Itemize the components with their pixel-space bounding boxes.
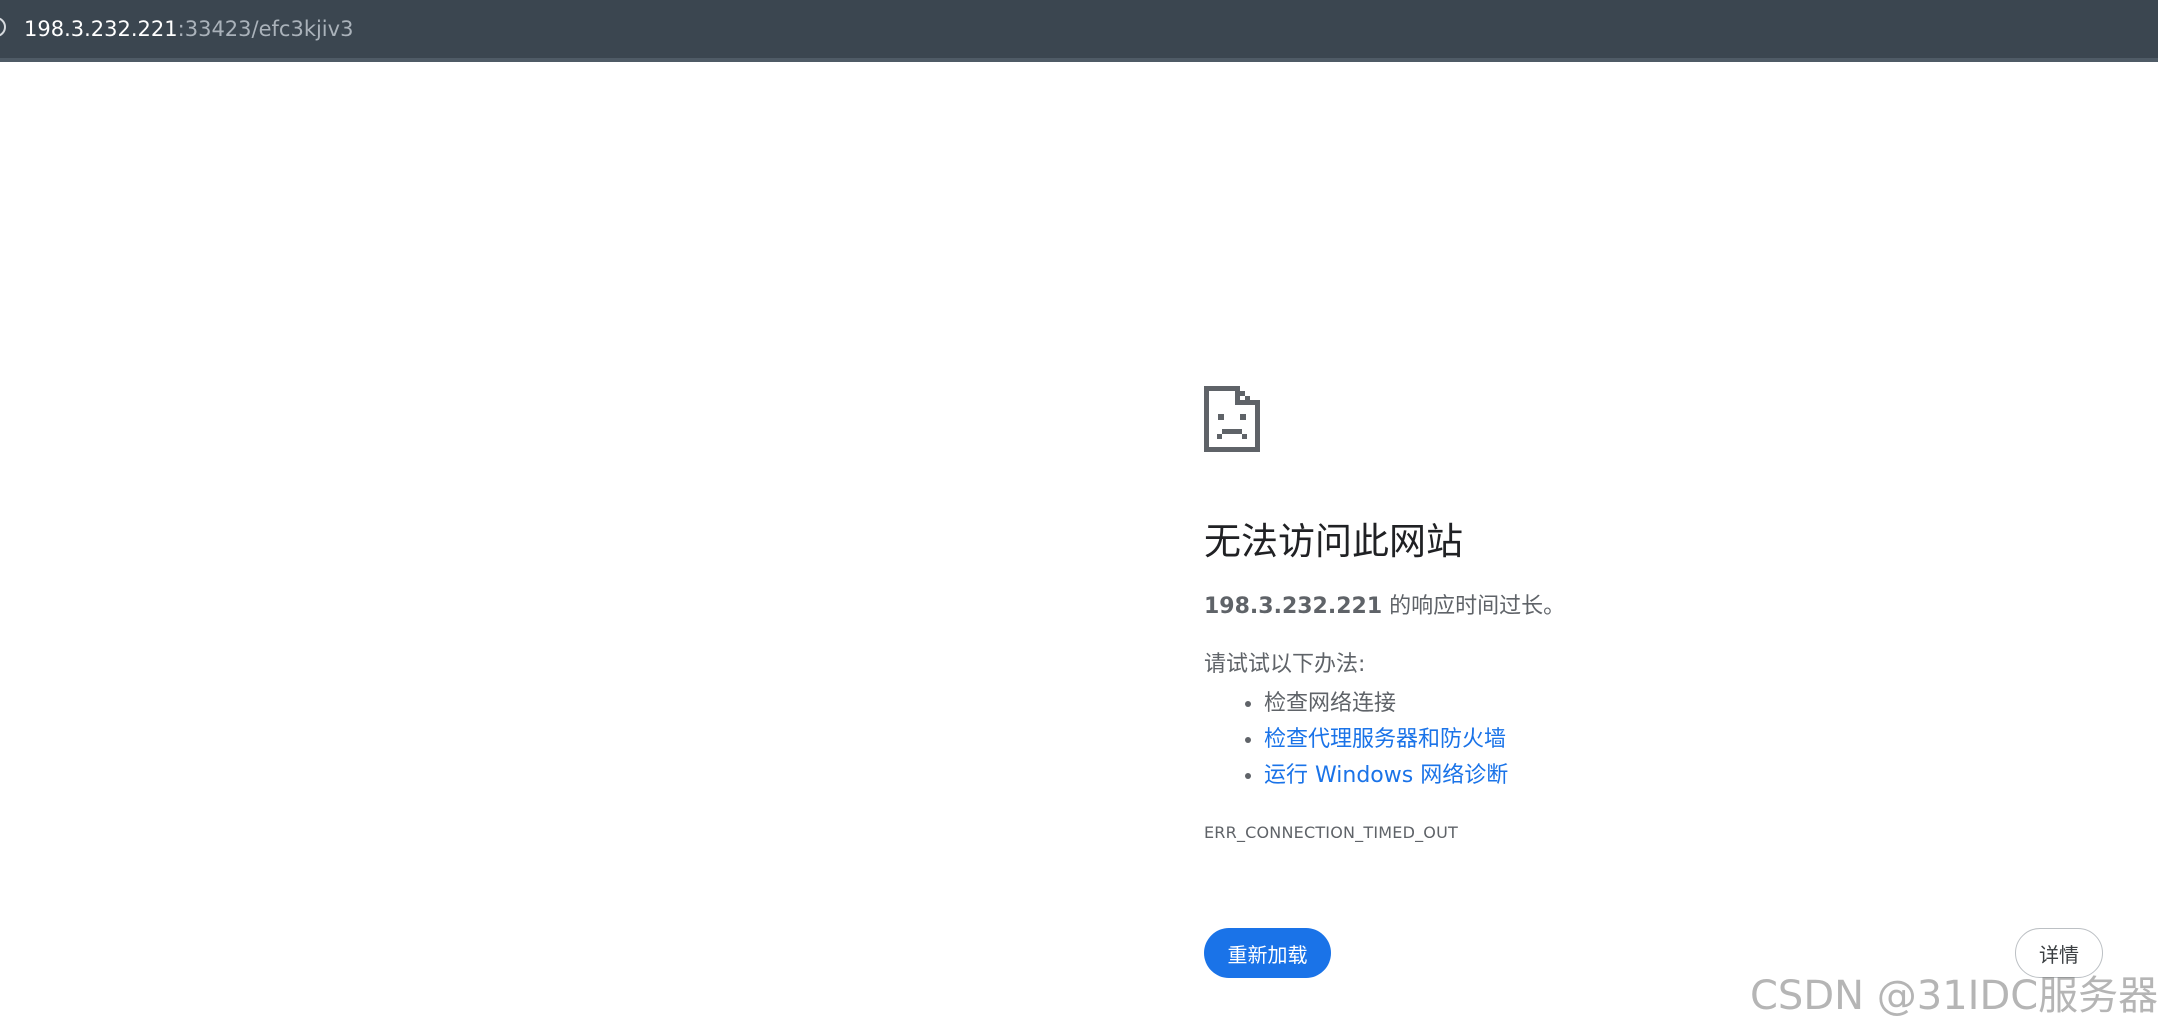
info-icon[interactable] [0, 17, 6, 37]
url-path: :33423/efc3kjiv3 [177, 17, 354, 41]
sad-page-icon [1204, 386, 1260, 452]
error-headline: 无法访问此网站 [1204, 520, 1463, 563]
try-label: 请试试以下办法: [1204, 652, 1366, 677]
suggestions-list: 检查网络连接 检查代理服务器和防火墙 运行 Windows 网络诊断 [1204, 686, 1508, 794]
url-text[interactable]: 198.3.232.221:33423/efc3kjiv3 [24, 15, 353, 43]
summary-host: 198.3.232.221 [1204, 594, 1383, 619]
suggestion-label: 检查网络连接 [1264, 691, 1397, 716]
error-summary: 198.3.232.221 的响应时间过长。 [1204, 592, 1565, 622]
suggestion-check-proxy-link[interactable]: 检查代理服务器和防火墙 [1264, 722, 1508, 758]
address-bar[interactable]: 198.3.232.221:33423/efc3kjiv3 [0, 0, 2158, 62]
suggestion-label[interactable]: 检查代理服务器和防火墙 [1264, 727, 1506, 752]
suggestion-check-network: 检查网络连接 [1264, 686, 1508, 722]
reload-button[interactable]: 重新加载 [1204, 928, 1331, 978]
suggestion-run-diagnostics-link[interactable]: 运行 Windows 网络诊断 [1264, 758, 1508, 794]
suggestion-label[interactable]: 运行 Windows 网络诊断 [1264, 763, 1508, 788]
error-code: ERR_CONNECTION_TIMED_OUT [1204, 823, 1458, 842]
summary-text: 的响应时间过长。 [1382, 594, 1566, 619]
watermark: CSDN @31IDC服务器 [1750, 973, 2158, 1019]
url-host: 198.3.232.221 [24, 17, 178, 41]
